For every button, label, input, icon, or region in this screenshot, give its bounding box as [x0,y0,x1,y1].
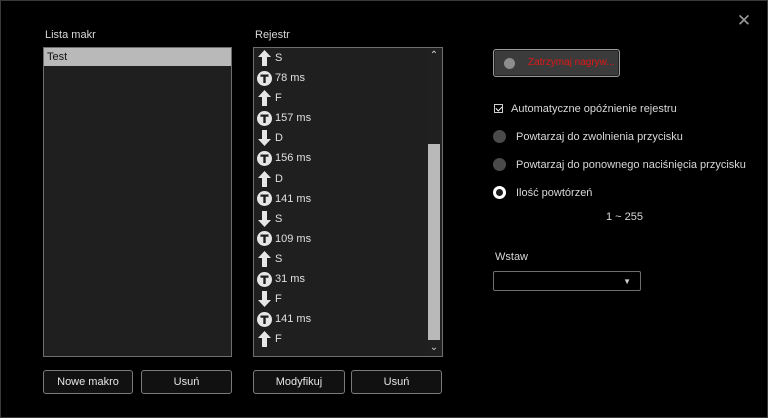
register-row[interactable]: S [254,209,442,229]
delay-timer-icon [257,191,272,207]
register-row[interactable]: 109 ms [254,229,442,249]
register-row-text: S [275,52,283,64]
register-row-text: D [275,132,283,145]
register-row[interactable]: F [254,88,442,108]
key-up-arrow-icon [257,50,272,66]
insert-select[interactable]: ▼ [493,271,641,291]
checkbox-checked-icon [494,104,503,113]
key-up-arrow-icon [257,90,272,107]
register-row-text: S [275,212,283,225]
register-row[interactable]: 157 ms [254,108,442,128]
register-row-text: 109 ms [275,232,312,245]
register-row-text: 156 ms [275,152,312,165]
register-row-text: F [275,92,282,105]
macro-item-test[interactable]: Test [44,48,231,66]
register-row[interactable]: F [254,289,442,309]
register-row-text: 141 ms [275,192,312,205]
macro-editor-window: ✕ Lista makr Test Rejestr S 78 ms F 157 ms D… [0,0,768,418]
stop-recording-button[interactable]: Zatrzymaj nagryw... [493,49,620,77]
register-row-text: D [275,172,283,185]
delay-timer-icon [257,150,272,166]
scroll-up-icon[interactable]: ⌃ [426,48,442,64]
register-row[interactable]: D [254,128,442,148]
dropdown-arrow-icon: ▼ [623,277,631,286]
delay-timer-icon [257,110,272,126]
key-down-arrow-icon [257,210,272,227]
register-row[interactable]: 141 ms [254,189,442,209]
register-rows: S 78 ms F 157 ms D 156 ms D 141 ms S 109 ms S 31 ms… [254,48,442,349]
register-row[interactable]: D [254,169,442,189]
macro-list-label: Lista makr [45,29,96,41]
register-row-text: 78 ms [275,72,305,85]
record-indicator-icon [504,58,515,69]
close-icon[interactable]: ✕ [736,12,752,29]
register-list[interactable]: S 78 ms F 157 ms D 156 ms D 141 ms S 109 ms S 31 ms… [253,47,443,357]
register-row-text: 141 ms [275,313,312,326]
repeat-range-text: 1 ~ 255 [606,211,644,223]
delete-macro-button[interactable]: Usuń [141,370,232,394]
scroll-thumb[interactable] [428,144,440,340]
modify-button[interactable]: Modyfikuj [253,370,345,394]
delay-timer-icon [257,271,272,287]
register-row-text: F [275,293,282,306]
register-label: Rejestr [255,29,290,41]
register-row-text: F [275,333,282,346]
scroll-down-icon[interactable]: ⌄ [426,340,442,356]
macro-list[interactable]: Test [43,47,232,357]
new-macro-button[interactable]: Nowe makro [43,370,133,394]
register-row[interactable]: 156 ms [254,148,442,168]
key-up-arrow-icon [257,170,272,187]
register-row[interactable]: 31 ms [254,269,442,289]
delay-timer-icon [257,311,272,327]
register-scrollbar[interactable]: ⌃ ⌄ [426,48,442,356]
radio-icon [493,130,506,143]
key-down-arrow-icon [257,291,272,308]
delay-timer-icon [257,231,272,247]
radio-icon [493,158,506,171]
register-row-text: S [275,252,283,265]
register-row[interactable]: 141 ms [254,309,442,329]
delay-timer-icon [257,70,272,86]
register-row[interactable]: 78 ms [254,68,442,88]
delete-register-button[interactable]: Usuń [351,370,442,394]
register-row[interactable]: S [254,48,442,68]
key-up-arrow-icon [257,250,272,267]
register-row[interactable]: F [254,329,442,349]
key-down-arrow-icon [257,130,272,147]
register-row-text: 157 ms [275,112,312,125]
insert-label: Wstaw [495,251,528,263]
radio-selected-icon [493,186,506,199]
register-row-text: 31 ms [275,273,305,286]
key-up-arrow-icon [257,331,272,348]
register-row[interactable]: S [254,249,442,269]
